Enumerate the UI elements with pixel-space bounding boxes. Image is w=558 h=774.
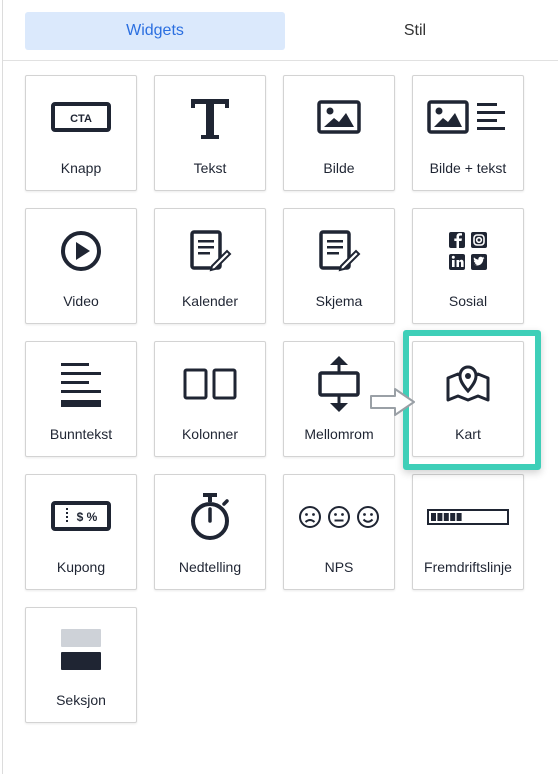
widget-label: Kupong — [56, 559, 106, 575]
sad-face-icon — [299, 506, 321, 528]
twitter-icon — [471, 254, 487, 270]
widget-label: Video — [63, 293, 99, 309]
drag-arrow-icon — [369, 386, 417, 423]
happy-face-icon — [357, 506, 379, 528]
widget-nedtelling[interactable]: Nedtelling — [154, 474, 266, 590]
linkedin-icon — [449, 254, 465, 270]
widget-panel: Widgets Stil CTA Knapp Tekst Bilde Bilde… — [2, 0, 558, 774]
widget-kolonner[interactable]: Kolonner — [154, 341, 266, 457]
columns-icon — [155, 356, 265, 412]
image-text-icon — [413, 90, 523, 146]
widget-seksjon[interactable]: Seksjon — [25, 607, 137, 723]
image-icon — [284, 90, 394, 146]
widget-knapp[interactable]: CTA Knapp — [25, 75, 137, 191]
form-icon — [284, 223, 394, 279]
widget-label: Mellomrom — [304, 426, 374, 442]
social-icons — [413, 223, 523, 279]
coupon-icon: $ % — [26, 489, 136, 545]
tab-bar: Widgets Stil — [3, 0, 558, 61]
progress-bar-icon — [413, 489, 523, 545]
widget-skjema[interactable]: Skjema — [283, 208, 395, 324]
widget-label: Sosial — [448, 293, 488, 309]
tab-widgets[interactable]: Widgets — [25, 12, 285, 50]
widget-label: Kolonner — [181, 426, 239, 442]
widget-video[interactable]: Video — [25, 208, 137, 324]
widget-bunntekst[interactable]: Bunntekst — [25, 341, 137, 457]
facebook-icon — [449, 232, 465, 248]
progress-segment — [450, 513, 456, 521]
cta-text: CTA — [70, 113, 92, 125]
widget-label: Bunntekst — [49, 426, 113, 442]
widget-label: Seksjon — [56, 692, 106, 708]
instagram-icon — [471, 232, 487, 248]
cta-button-icon: CTA — [26, 90, 136, 146]
stopwatch-icon — [155, 489, 265, 545]
coupon-text: $ % — [77, 510, 98, 524]
widget-fremdriftslinje[interactable]: Fremdriftslinje — [412, 474, 524, 590]
widget-label: Tekst — [193, 160, 227, 176]
widget-bilde-tekst[interactable]: Bilde + tekst — [412, 75, 524, 191]
widget-label: Nedtelling — [178, 559, 242, 575]
text-icon — [155, 90, 265, 146]
widget-label: Bilde — [323, 160, 355, 176]
progress-segment — [431, 513, 436, 521]
widget-kupong[interactable]: $ % Kupong — [25, 474, 137, 590]
footer-icon — [26, 356, 136, 412]
highlight-frame — [403, 330, 541, 470]
widget-label: Skjema — [315, 293, 363, 309]
video-play-icon — [26, 223, 136, 279]
widget-tekst[interactable]: Tekst — [154, 75, 266, 191]
progress-segment — [456, 513, 462, 521]
section-icon — [26, 622, 136, 678]
widget-label: Kalender — [181, 293, 239, 309]
neutral-face-icon — [328, 506, 350, 528]
progress-segment — [437, 513, 443, 521]
tab-stil[interactable]: Stil — [285, 12, 545, 50]
widget-kalender[interactable]: Kalender — [154, 208, 266, 324]
widget-sosial[interactable]: Sosial — [412, 208, 524, 324]
widget-label: NPS — [324, 559, 354, 575]
widget-bilde[interactable]: Bilde — [283, 75, 395, 191]
nps-faces-icon — [284, 489, 394, 545]
progress-segment — [443, 513, 449, 521]
widget-label: Knapp — [60, 160, 102, 176]
widget-label: Fremdriftslinje — [424, 559, 512, 575]
widget-nps[interactable]: NPS — [283, 474, 395, 590]
widget-label: Bilde + tekst — [429, 160, 507, 176]
calendar-icon — [155, 223, 265, 279]
